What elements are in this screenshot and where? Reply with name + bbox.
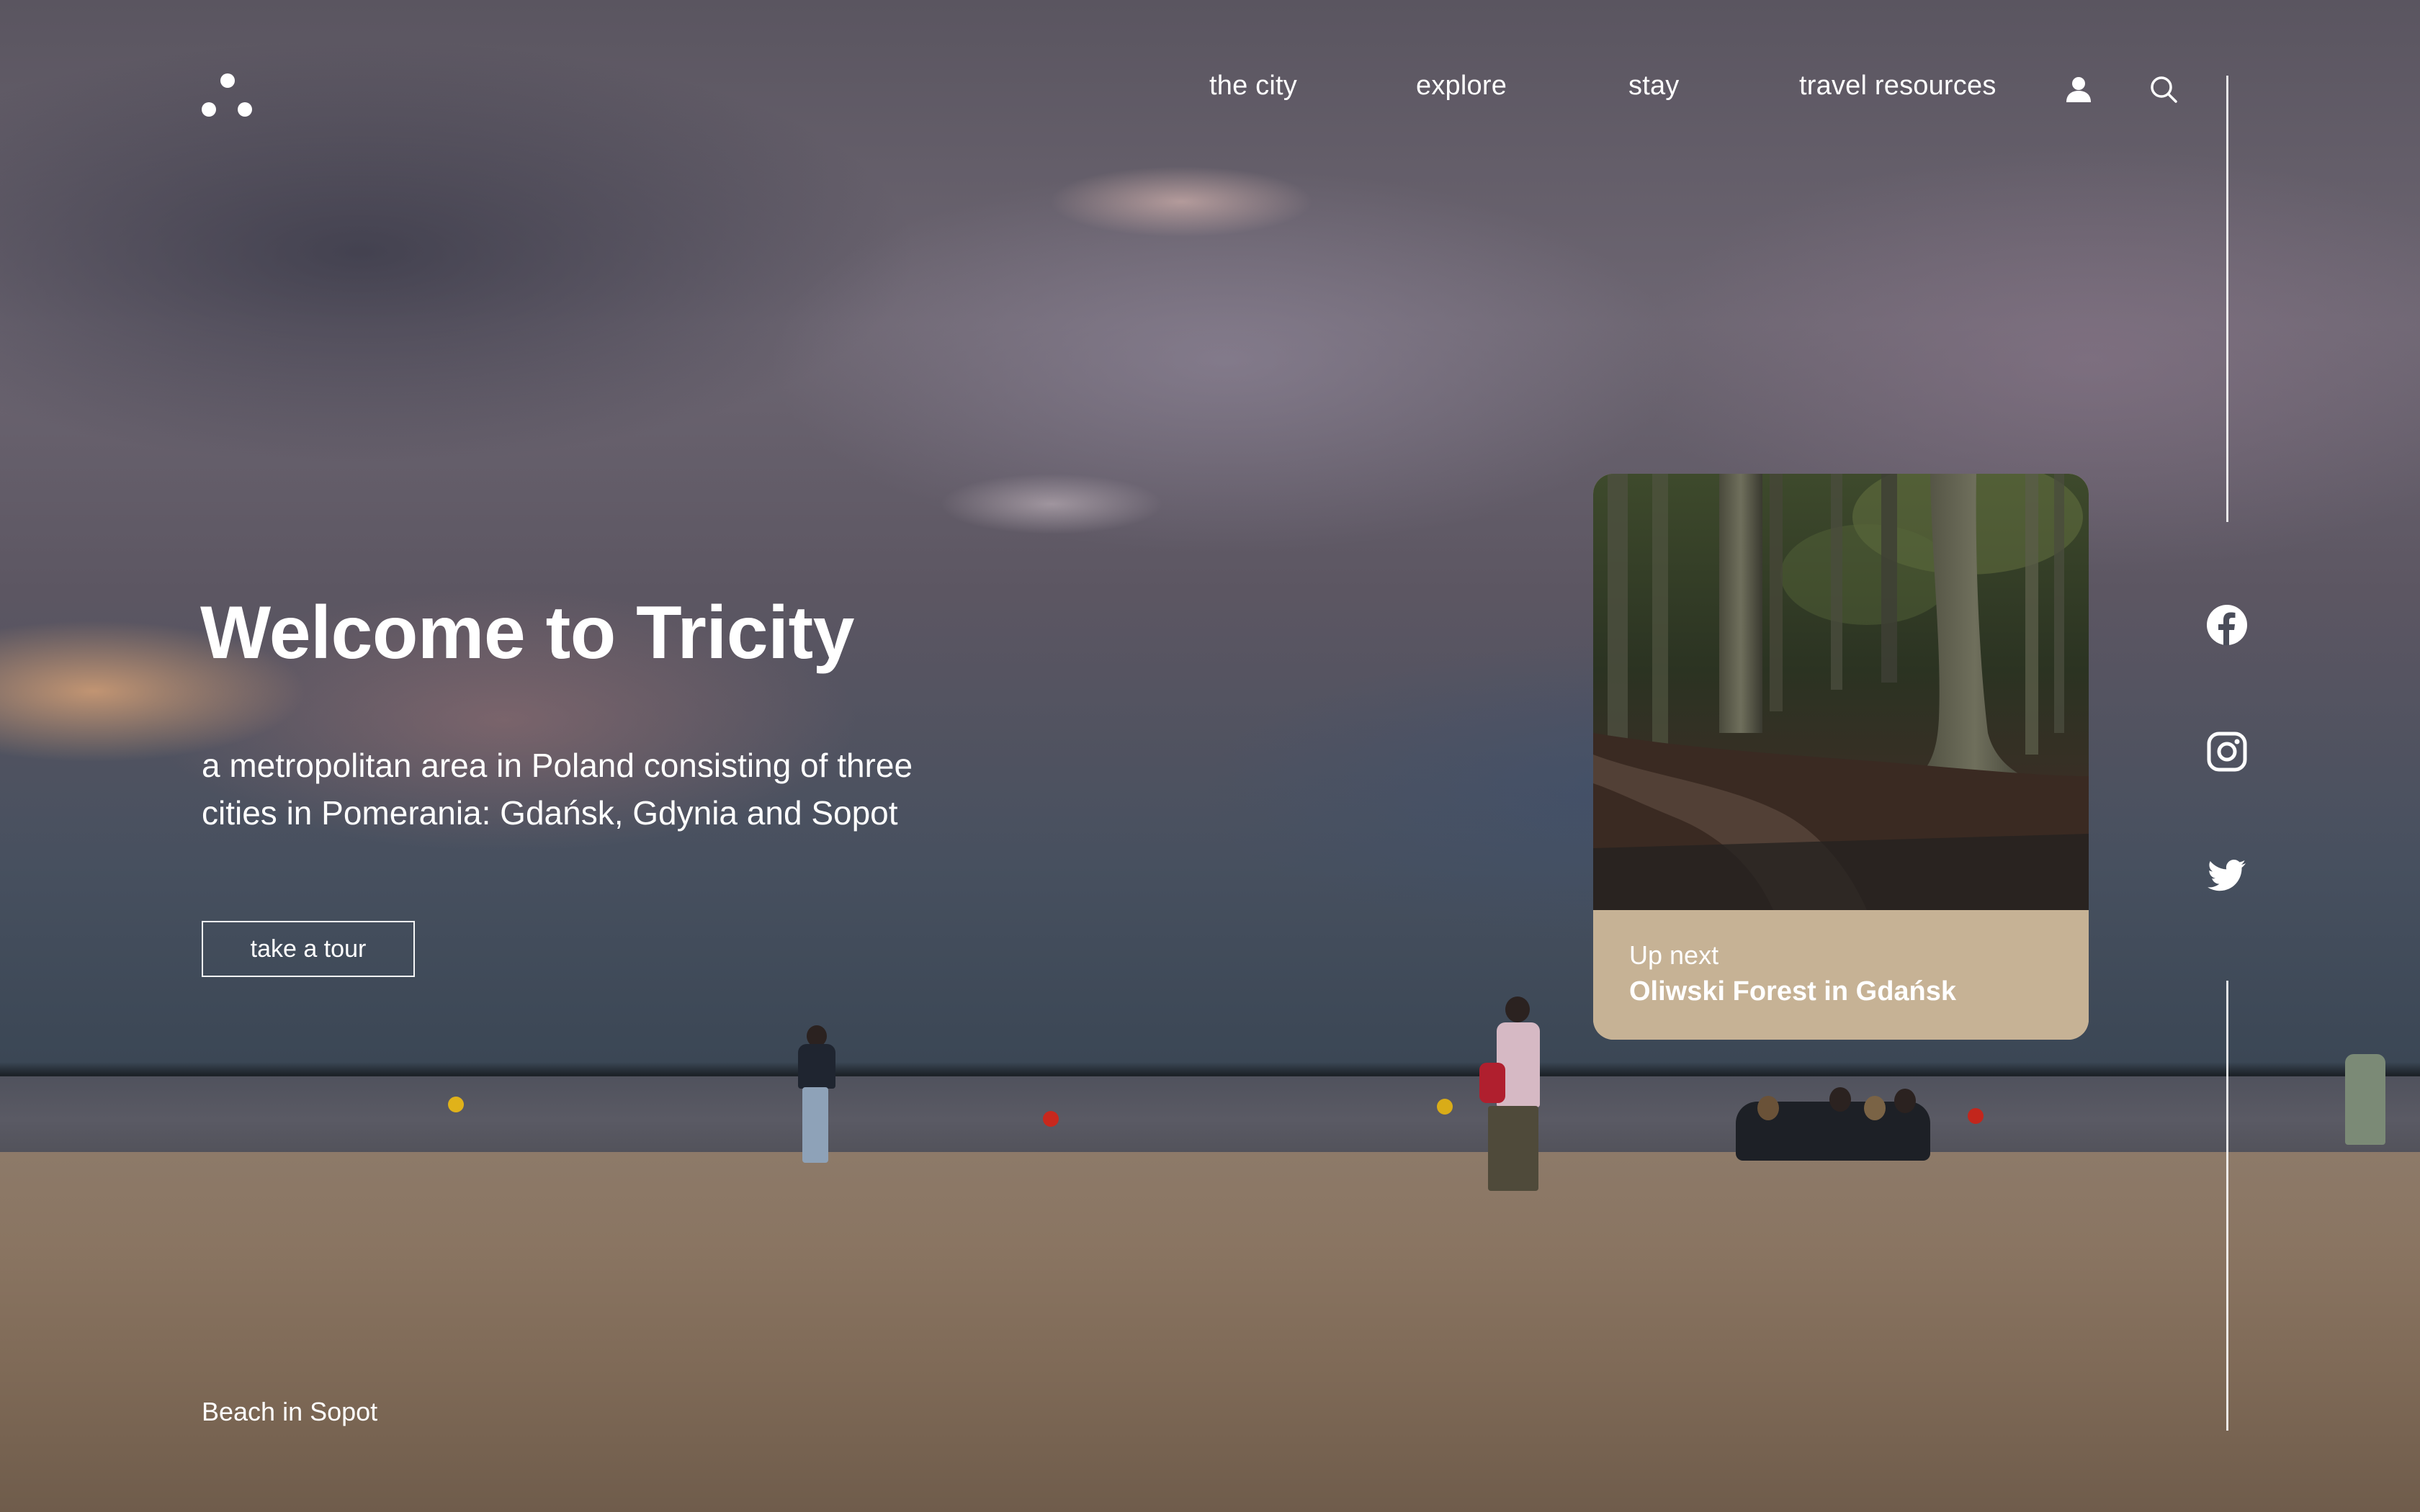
person-walking bbox=[1488, 1106, 1538, 1191]
beach-sand bbox=[0, 1152, 2420, 1512]
nav-item-stay[interactable]: stay bbox=[1628, 71, 1680, 102]
person-head bbox=[1505, 996, 1530, 1022]
backpack bbox=[1479, 1063, 1505, 1103]
facebook-icon[interactable] bbox=[2205, 603, 2249, 647]
person-standing bbox=[802, 1087, 828, 1163]
side-divider-bottom bbox=[2226, 981, 2228, 1431]
nav-item-travel-resources[interactable]: travel resources bbox=[1799, 71, 1996, 102]
buoy bbox=[1043, 1111, 1059, 1127]
person-head bbox=[1894, 1089, 1916, 1113]
person-standing bbox=[798, 1044, 835, 1089]
person-walking bbox=[2345, 1054, 2385, 1145]
buoy bbox=[1437, 1099, 1453, 1115]
buoy bbox=[1968, 1108, 1984, 1124]
nav-item-explore[interactable]: explore bbox=[1416, 71, 1507, 102]
take-a-tour-button[interactable]: take a tour bbox=[202, 921, 415, 977]
nav-item-the-city[interactable]: the city bbox=[1209, 71, 1297, 102]
twitter-icon[interactable] bbox=[2205, 854, 2249, 897]
photo-caption: Beach in Sopot bbox=[202, 1397, 378, 1426]
card-footer bbox=[1593, 910, 2089, 1040]
side-divider-top bbox=[2226, 76, 2228, 522]
up-next-title[interactable]: Oliwski Forest in Gdańsk bbox=[1629, 976, 1956, 1007]
person-head bbox=[1864, 1096, 1886, 1120]
person-head bbox=[1757, 1096, 1779, 1120]
instagram-icon[interactable] bbox=[2205, 730, 2249, 773]
user-icon[interactable] bbox=[2063, 73, 2094, 105]
person-head bbox=[1829, 1087, 1851, 1112]
search-icon[interactable] bbox=[2148, 73, 2179, 105]
buoy bbox=[448, 1097, 464, 1112]
hero-title: Welcome to Tricity bbox=[200, 591, 855, 675]
hero-subtitle: a metropolitan area in Poland consisting… bbox=[202, 747, 913, 832]
forest-thumbnail bbox=[1593, 474, 2089, 910]
up-next-label: Up next bbox=[1629, 940, 1719, 970]
